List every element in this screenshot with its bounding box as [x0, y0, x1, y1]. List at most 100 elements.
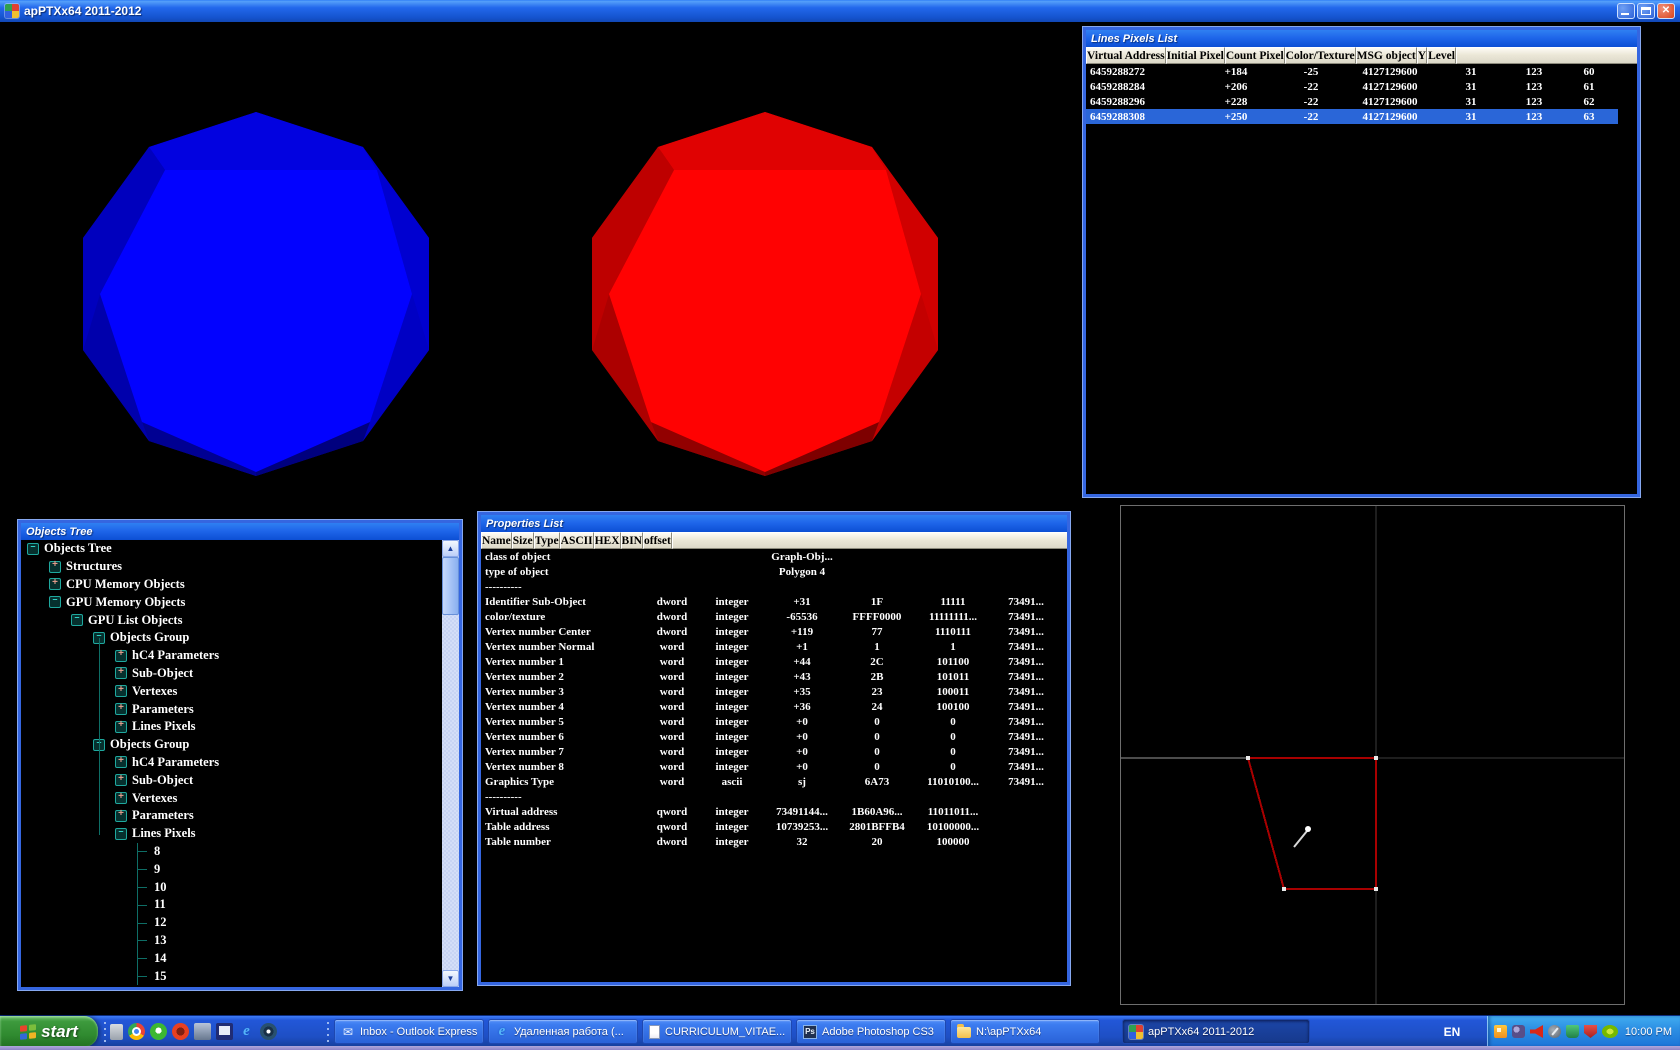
tree-expand-icon[interactable]	[137, 967, 149, 985]
tree-row[interactable]: 11	[21, 896, 459, 914]
tree-row[interactable]: CPU Memory Objects	[21, 576, 459, 594]
table-row[interactable]: ----------	[481, 579, 1059, 594]
tree-expand-icon[interactable]	[49, 561, 61, 573]
tree-expand-icon[interactable]	[137, 914, 149, 932]
column-header[interactable]: Count Pixel	[1225, 47, 1285, 64]
task-button[interactable]: N:\apPTXx64	[950, 1019, 1100, 1044]
task-button[interactable]: apPTXx64 2011-2012	[1122, 1019, 1310, 1044]
column-header[interactable]: offset	[643, 532, 672, 549]
table-row[interactable]: type of object Polygon 4	[481, 564, 1059, 579]
column-header[interactable]: Initial Pixel	[1166, 47, 1225, 64]
column-header[interactable]: MSG object	[1356, 47, 1417, 64]
tree-expand-icon[interactable]	[115, 685, 127, 697]
app-window-icon[interactable]	[194, 1023, 211, 1040]
tree-row[interactable]: 15	[21, 967, 459, 985]
minimize-button[interactable]	[1617, 3, 1635, 19]
lines-pixels-titlebar[interactable]: Lines Pixels List	[1086, 30, 1637, 47]
column-header[interactable]: Virtual Address	[1086, 47, 1166, 64]
tree-row[interactable]: Parameters	[21, 807, 459, 825]
tree-row[interactable]: 14	[21, 949, 459, 967]
tree-expand-icon[interactable]	[115, 721, 127, 733]
column-header[interactable]: Y	[1417, 47, 1427, 64]
table-row[interactable]: Vertex number 6 word integer +0 0 0 7349…	[481, 729, 1059, 744]
column-header[interactable]: Color/Texture	[1285, 47, 1356, 64]
tree-expand-icon[interactable]	[115, 756, 127, 768]
tree-expand-icon[interactable]	[137, 949, 149, 967]
notes-icon[interactable]	[110, 1024, 123, 1040]
table-row[interactable]: Vertex number Center dword integer +119 …	[481, 624, 1059, 639]
volume-icon[interactable]	[1530, 1025, 1543, 1038]
security-shield-icon[interactable]	[1584, 1025, 1597, 1038]
task-button[interactable]: CURRICULUM_VITAE...	[642, 1019, 792, 1044]
language-indicator[interactable]: EN	[1437, 1021, 1467, 1042]
polygon-viewport[interactable]	[1120, 505, 1625, 1005]
tree-expand-icon[interactable]	[49, 596, 61, 608]
tree-expand-icon[interactable]	[115, 667, 127, 679]
tree-expand-icon[interactable]	[137, 843, 149, 861]
task-button[interactable]: Удаленная работа (...	[488, 1019, 638, 1044]
scroll-down-icon[interactable]: ▼	[442, 970, 459, 987]
tree-row[interactable]: Objects Group	[21, 629, 459, 647]
network-places-icon[interactable]	[1512, 1025, 1525, 1038]
table-row[interactable]: Table address qword integer 10739253... …	[481, 819, 1059, 834]
table-row[interactable]: Identifier Sub-Object dword integer +31 …	[481, 594, 1059, 609]
table-row[interactable]: color/texture dword integer -65536 FFFF0…	[481, 609, 1059, 624]
table-row[interactable]: Vertex number 5 word integer +0 0 0 7349…	[481, 714, 1059, 729]
nvidia-icon[interactable]	[1602, 1025, 1618, 1038]
tree-row[interactable]: Lines Pixels	[21, 825, 459, 843]
tree-row[interactable]: Lines Pixels	[21, 718, 459, 736]
column-header[interactable]: Name	[481, 532, 512, 549]
column-header[interactable]: BIN	[621, 532, 643, 549]
tree-expand-icon[interactable]	[137, 860, 149, 878]
window-titlebar[interactable]: apPTXx64 2011-2012	[0, 0, 1680, 22]
tree-expand-icon[interactable]	[115, 774, 127, 786]
scrollbar-thumb[interactable]	[442, 557, 459, 615]
table-row[interactable]: Vertex number 8 word integer +0 0 0 7349…	[481, 759, 1059, 774]
tree-row[interactable]: GPU Memory Objects	[21, 593, 459, 611]
tree-row[interactable]: Sub-Object	[21, 665, 459, 683]
tree-expand-icon[interactable]	[137, 896, 149, 914]
table-row[interactable]: ----------	[481, 789, 1059, 804]
tree-expand-icon[interactable]	[115, 828, 127, 840]
update-shield-icon[interactable]	[1566, 1025, 1579, 1038]
tree-row[interactable]: Parameters	[21, 700, 459, 718]
start-button[interactable]: start	[0, 1016, 98, 1047]
tree-row[interactable]: Objects Tree	[21, 540, 459, 558]
tree-expand-icon[interactable]	[115, 703, 127, 715]
tree-row[interactable]: 10	[21, 878, 459, 896]
tree-scrollbar[interactable]: ▲ ▼	[442, 540, 459, 987]
chrome-icon[interactable]	[128, 1023, 145, 1040]
tree-row[interactable]: Vertexes	[21, 682, 459, 700]
tree-row[interactable]: 12	[21, 914, 459, 932]
table-row[interactable]: 6459288308 +250 -22 4127129600 31 123 63	[1086, 109, 1618, 124]
scheduler-icon[interactable]	[1494, 1025, 1507, 1038]
table-row[interactable]: class of object Graph-Obj...	[481, 549, 1059, 564]
table-row[interactable]: Vertex number 3 word integer +35 23 1000…	[481, 684, 1059, 699]
column-header[interactable]: Size	[512, 532, 534, 549]
close-button[interactable]	[1657, 3, 1675, 19]
maximize-button[interactable]	[1637, 3, 1655, 19]
internet-explorer-icon[interactable]	[238, 1023, 255, 1040]
tree-expand-icon[interactable]	[137, 878, 149, 896]
opera-icon[interactable]	[172, 1023, 189, 1040]
table-row[interactable]: Vertex number 7 word integer +0 0 0 7349…	[481, 744, 1059, 759]
properties-titlebar[interactable]: Properties List	[481, 515, 1067, 532]
clock[interactable]: 10:00 PM	[1625, 1026, 1672, 1038]
tree-row[interactable]: Vertexes	[21, 789, 459, 807]
media-player-icon[interactable]	[260, 1023, 277, 1040]
column-header[interactable]: ASCII	[560, 532, 594, 549]
tree-row[interactable]: GPU List Objects	[21, 611, 459, 629]
tree-row[interactable]: Objects Group	[21, 736, 459, 754]
task-button[interactable]: Adobe Photoshop CS3	[796, 1019, 946, 1044]
tree-expand-icon[interactable]	[115, 650, 127, 662]
tree-expand-icon[interactable]	[27, 543, 39, 555]
table-row[interactable]: Vertex number 2 word integer +43 2B 1010…	[481, 669, 1059, 684]
tree-expand-icon[interactable]	[115, 810, 127, 822]
table-row[interactable]: 6459288296 +228 -22 4127129600 31 123 62	[1086, 94, 1618, 109]
tree-row[interactable]: Sub-Object	[21, 771, 459, 789]
tree-expand-icon[interactable]	[49, 578, 61, 590]
table-row[interactable]: Vertex number 4 word integer +36 24 1001…	[481, 699, 1059, 714]
table-row[interactable]: Graphics Type word ascii sj 6A73 1101010…	[481, 774, 1059, 789]
graphics-tool-icon[interactable]	[1548, 1025, 1561, 1038]
task-button[interactable]: Inbox - Outlook Express	[334, 1019, 484, 1044]
